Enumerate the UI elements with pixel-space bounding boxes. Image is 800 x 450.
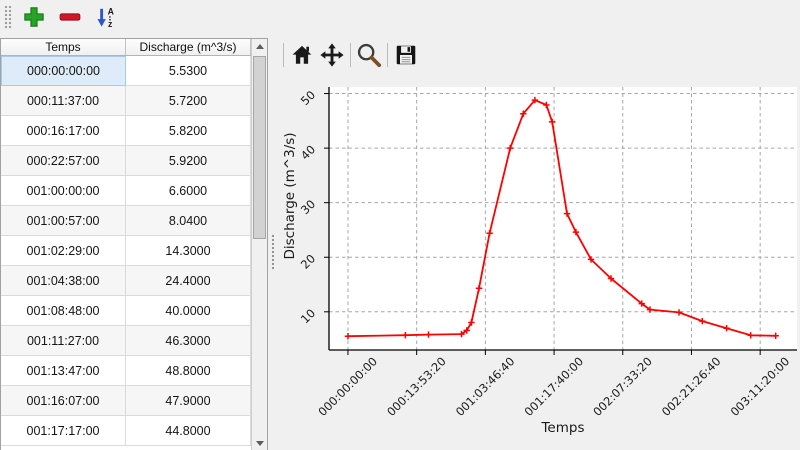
cell-discharge[interactable]: 5.5300 bbox=[126, 56, 251, 86]
add-row-button[interactable] bbox=[19, 3, 49, 31]
pan-button[interactable] bbox=[317, 40, 347, 70]
column-header-temps[interactable]: Temps bbox=[1, 39, 126, 55]
column-header-discharge[interactable]: Discharge (m^3/s) bbox=[126, 39, 251, 55]
cell-temps[interactable]: 001:00:00:00 bbox=[1, 176, 126, 206]
zoom-button[interactable] bbox=[354, 40, 384, 70]
x-tick-label: 002:07:33:20 bbox=[590, 354, 655, 419]
y-tick-label: 50 bbox=[298, 88, 318, 108]
cell-discharge[interactable]: 8.0400 bbox=[126, 206, 251, 236]
table-row: 001:00:00:006.6000 bbox=[1, 176, 251, 206]
table-header: Temps Discharge (m^3/s) bbox=[1, 39, 267, 56]
cell-discharge[interactable]: 5.7200 bbox=[126, 86, 251, 116]
home-icon bbox=[290, 43, 314, 67]
y-tick-label: 30 bbox=[298, 197, 318, 217]
table-scrollbar[interactable] bbox=[251, 39, 267, 450]
chart-panel: 000:00:00:00000:13:53:20001:03:46:40001:… bbox=[278, 36, 800, 450]
sort-button[interactable]: A z bbox=[91, 3, 121, 31]
cell-discharge[interactable]: 46.3000 bbox=[126, 326, 251, 356]
cell-discharge[interactable]: 6.6000 bbox=[126, 176, 251, 206]
x-tick-label: 000:13:53:20 bbox=[384, 354, 449, 419]
svg-text:A: A bbox=[108, 6, 115, 16]
arrow-down-icon bbox=[256, 441, 264, 446]
table-row: 001:11:27:0046.3000 bbox=[1, 326, 251, 356]
table-row: 000:16:17:005.8200 bbox=[1, 116, 251, 146]
minus-icon bbox=[58, 5, 82, 29]
cell-temps[interactable]: 001:13:47:00 bbox=[1, 356, 126, 386]
plus-icon bbox=[22, 5, 46, 29]
cell-discharge[interactable]: 5.8200 bbox=[126, 116, 251, 146]
y-tick-label: 10 bbox=[298, 306, 318, 326]
table-row: 001:04:38:0024.4000 bbox=[1, 266, 251, 296]
x-tick-label: 002:21:26:40 bbox=[659, 354, 724, 419]
toolbar-separator bbox=[387, 43, 388, 67]
y-axis-label: Discharge (m^3/s) bbox=[282, 132, 298, 259]
table-row: 001:13:47:0048.8000 bbox=[1, 356, 251, 386]
home-button[interactable] bbox=[287, 40, 317, 70]
cell-discharge[interactable]: 40.0000 bbox=[126, 296, 251, 326]
x-tick-label: 000:00:00:00 bbox=[315, 354, 380, 419]
x-tick-label: 001:17:40:00 bbox=[522, 354, 587, 419]
x-axis-label: Temps bbox=[540, 420, 584, 436]
time-series-table: Temps Discharge (m^3/s) 000:00:00:005.53… bbox=[0, 38, 268, 450]
toolbar-drag-handle[interactable] bbox=[4, 5, 13, 29]
table-row: 000:22:57:005.9200 bbox=[1, 146, 251, 176]
y-tick-label: 40 bbox=[298, 142, 318, 162]
pan-icon bbox=[319, 42, 345, 68]
plot-area bbox=[329, 87, 797, 350]
zoom-icon bbox=[356, 42, 382, 68]
table-row: 000:00:00:005.5300 bbox=[1, 56, 251, 86]
table-row: 001:00:57:008.0400 bbox=[1, 206, 251, 236]
remove-row-button[interactable] bbox=[55, 3, 85, 31]
table-row: 000:11:37:005.7200 bbox=[1, 86, 251, 116]
save-button[interactable] bbox=[391, 40, 421, 70]
chart-toolbar bbox=[280, 40, 421, 70]
cell-discharge[interactable]: 24.4000 bbox=[126, 266, 251, 296]
cell-temps[interactable]: 001:16:07:00 bbox=[1, 386, 126, 416]
toolbar-separator bbox=[283, 43, 284, 67]
cell-temps[interactable]: 001:02:29:00 bbox=[1, 236, 126, 266]
cell-temps[interactable]: 000:22:57:00 bbox=[1, 146, 126, 176]
cell-temps[interactable]: 000:11:37:00 bbox=[1, 86, 126, 116]
cell-temps[interactable]: 001:17:17:00 bbox=[1, 416, 126, 446]
sort-az-icon: A z bbox=[94, 5, 118, 29]
cell-discharge[interactable]: 14.3000 bbox=[126, 236, 251, 266]
cell-temps[interactable]: 001:00:57:00 bbox=[1, 206, 126, 236]
x-tick-label: 001:03:46:40 bbox=[453, 354, 518, 419]
panel-splitter[interactable] bbox=[269, 38, 277, 450]
cell-discharge[interactable]: 48.8000 bbox=[126, 356, 251, 386]
y-tick-label: 20 bbox=[298, 251, 318, 271]
arrow-up-icon bbox=[256, 44, 264, 49]
scroll-up-button[interactable] bbox=[252, 39, 267, 53]
toolbar-separator bbox=[350, 43, 351, 67]
scroll-down-button[interactable] bbox=[252, 436, 267, 450]
table-row: 001:02:29:0014.3000 bbox=[1, 236, 251, 266]
cell-temps[interactable]: 001:04:38:00 bbox=[1, 266, 126, 296]
table-row: 001:08:48:0040.0000 bbox=[1, 296, 251, 326]
cell-discharge[interactable]: 44.8000 bbox=[126, 416, 251, 446]
x-tick-label: 003:11:20:00 bbox=[728, 354, 793, 419]
save-icon bbox=[394, 43, 418, 67]
table-row: 001:16:07:0047.9000 bbox=[1, 386, 251, 416]
cell-temps[interactable]: 001:11:27:00 bbox=[1, 326, 126, 356]
chart-canvas[interactable]: 000:00:00:00000:13:53:20001:03:46:40001:… bbox=[278, 36, 800, 450]
splitter-handle-icon bbox=[271, 234, 275, 270]
cell-temps[interactable]: 000:16:17:00 bbox=[1, 116, 126, 146]
cell-temps[interactable]: 000:00:00:00 bbox=[1, 56, 126, 86]
table-row: 001:17:17:0044.8000 bbox=[1, 416, 251, 446]
main-toolbar: A z bbox=[0, 0, 800, 34]
cell-discharge[interactable]: 47.9000 bbox=[126, 386, 251, 416]
table-body: 000:00:00:005.5300000:11:37:005.7200000:… bbox=[1, 56, 251, 450]
scrollbar-thumb[interactable] bbox=[253, 56, 266, 239]
svg-text:z: z bbox=[108, 19, 113, 29]
cell-discharge[interactable]: 5.9200 bbox=[126, 146, 251, 176]
cell-temps[interactable]: 001:08:48:00 bbox=[1, 296, 126, 326]
